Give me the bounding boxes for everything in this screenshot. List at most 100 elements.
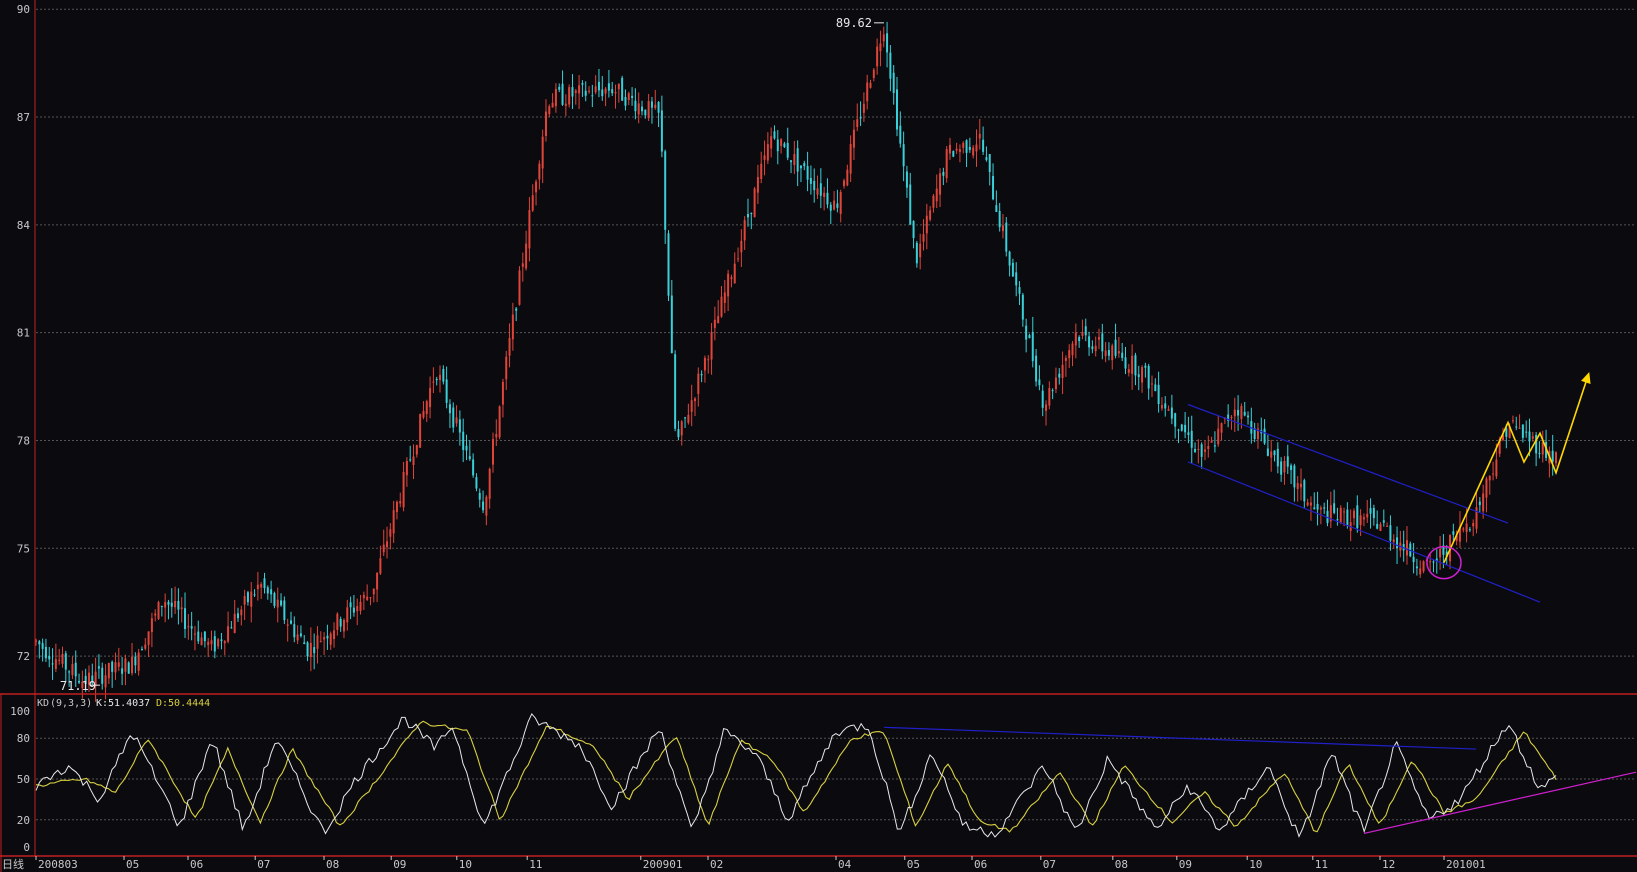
candle-down — [263, 578, 266, 589]
candle-down — [140, 648, 143, 651]
candle-down — [786, 142, 789, 158]
candle-down — [1035, 355, 1038, 382]
candle-up — [58, 659, 61, 661]
candle-down — [1180, 424, 1183, 431]
candle-up — [1462, 528, 1465, 530]
x-tick-label: 05 — [907, 858, 920, 871]
candle-up — [1465, 523, 1468, 533]
candle-up — [144, 644, 147, 649]
candle-down — [1008, 251, 1011, 266]
candle-up — [342, 619, 345, 632]
candle-down — [1376, 523, 1379, 529]
candle-down — [197, 631, 200, 642]
timeframe-label[interactable]: 日线 — [2, 857, 24, 871]
candle-up — [392, 510, 395, 534]
kd-indicator-params: (9,3,3) — [50, 698, 92, 709]
candle-down — [988, 153, 991, 172]
candle-down — [571, 87, 574, 97]
candle-up — [1127, 369, 1130, 373]
candle-down — [482, 501, 485, 511]
candle-up — [1419, 568, 1422, 575]
candle-down — [213, 636, 216, 652]
candle-up — [978, 133, 981, 139]
candle-down — [1333, 503, 1336, 513]
candle-up — [1488, 476, 1491, 481]
candle-down — [1194, 449, 1197, 452]
candle-up — [939, 173, 942, 195]
candle-down — [293, 624, 296, 638]
candle-up — [508, 338, 511, 356]
kd-indicator-name: KD — [37, 698, 49, 709]
kd-d-value: D:50.4444 — [156, 698, 210, 709]
candle-up — [187, 626, 190, 628]
candle-up — [369, 597, 372, 599]
candle-up — [690, 400, 693, 412]
candle-down — [1121, 352, 1124, 358]
candle-down — [670, 295, 673, 354]
candle-up — [412, 456, 415, 466]
candle-up — [535, 181, 538, 193]
candle-down — [896, 89, 899, 130]
candle-down — [1303, 480, 1306, 502]
candle-down — [1058, 373, 1061, 378]
candle-down — [1538, 452, 1541, 454]
candle-down — [1286, 456, 1289, 467]
candle-up — [389, 529, 392, 537]
price-tick-label: 78 — [17, 434, 30, 447]
candle-down — [773, 131, 776, 139]
candle-down — [41, 643, 44, 649]
candle-down — [650, 101, 653, 108]
candle-down — [1174, 413, 1177, 427]
candle-down — [601, 89, 604, 97]
x-tick-label: 12 — [1382, 858, 1395, 871]
candle-up — [531, 195, 534, 211]
candle-up — [439, 374, 442, 381]
candle-up — [419, 413, 422, 448]
candle-up — [395, 501, 398, 513]
candle-down — [700, 374, 703, 376]
candle-up — [405, 461, 408, 476]
candle-up — [1339, 507, 1342, 523]
candle-up — [654, 104, 657, 109]
x-tick-label: 07 — [257, 858, 270, 871]
candle-up — [505, 356, 508, 380]
candle-down — [435, 378, 438, 381]
candle-up — [501, 381, 504, 405]
candle-down — [1101, 333, 1104, 352]
candle-up — [528, 210, 531, 249]
candle-down — [442, 368, 445, 382]
candle-down — [1293, 465, 1296, 488]
candle-down — [1247, 415, 1250, 418]
candle-down — [1078, 337, 1081, 342]
candle-down — [51, 663, 54, 665]
candle-down — [746, 214, 749, 218]
candle-up — [329, 633, 332, 645]
candle-up — [319, 641, 322, 643]
candle-up — [1352, 510, 1355, 519]
candle-down — [280, 600, 283, 606]
candle-up — [366, 596, 369, 600]
candle-down — [1134, 355, 1137, 376]
candle-down — [1031, 331, 1034, 362]
candle-up — [713, 319, 716, 328]
x-tick-label: 06 — [190, 858, 203, 871]
kd-k-value: K:51.4037 — [96, 698, 150, 709]
candle-down — [819, 183, 822, 196]
candle-up — [260, 584, 263, 588]
candle-up — [356, 606, 359, 612]
candle-down — [44, 646, 47, 659]
candle-up — [588, 90, 591, 92]
candle-down — [684, 417, 687, 419]
candle-down — [1452, 531, 1455, 535]
candle-down — [1170, 407, 1173, 419]
candle-up — [511, 314, 514, 340]
candle-down — [184, 608, 187, 629]
candle-up — [693, 398, 696, 402]
candle-down — [478, 492, 481, 500]
candle-up — [372, 588, 375, 595]
candle-up — [574, 90, 577, 93]
x-tick-label: 11 — [1315, 858, 1328, 871]
candle-down — [1346, 509, 1349, 526]
candle-down — [1356, 505, 1359, 529]
candle-down — [750, 212, 753, 214]
